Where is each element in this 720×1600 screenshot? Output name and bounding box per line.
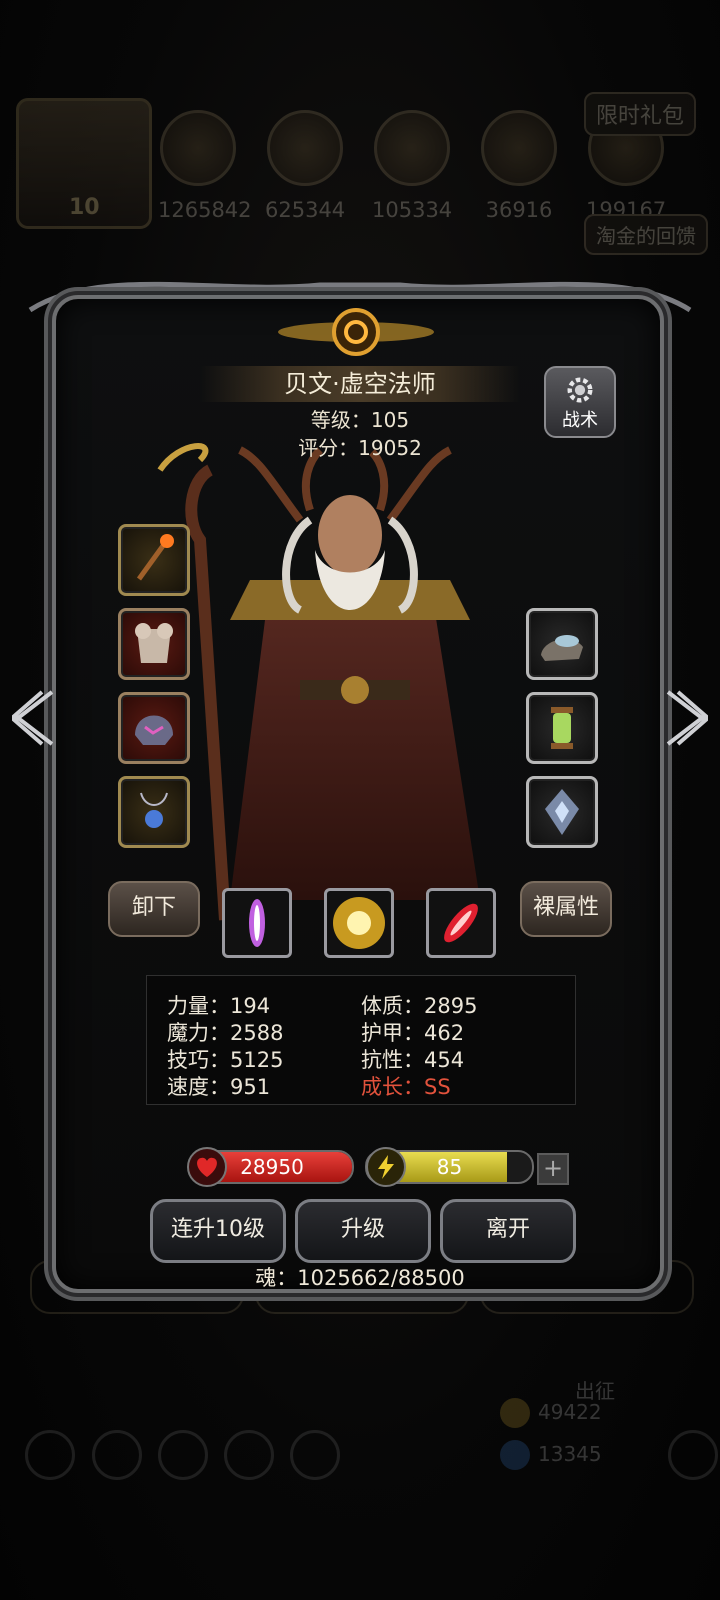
player-portrait: 10 bbox=[16, 98, 152, 229]
soul-counter: 魂：1025662/88500 bbox=[255, 1266, 465, 1290]
resource-orb-icon bbox=[160, 110, 236, 186]
lightning-icon bbox=[366, 1147, 406, 1187]
bg-plus-icon bbox=[668, 1430, 718, 1480]
stat-armor: 护甲：462 bbox=[361, 1021, 465, 1045]
hero-portrait-art bbox=[157, 443, 480, 921]
gem-coin-icon bbox=[500, 1440, 530, 1470]
helmet-icon bbox=[135, 715, 173, 745]
resource-orb-icon bbox=[481, 110, 557, 186]
hero-score: 评分：19052 bbox=[298, 436, 422, 460]
bare-attributes-button[interactable]: 裸属性 bbox=[520, 881, 612, 937]
heart-icon bbox=[187, 1147, 227, 1187]
purple-gem-icon bbox=[249, 899, 265, 947]
bg-circle-icon bbox=[158, 1430, 208, 1480]
bg-circle-icon bbox=[25, 1430, 75, 1480]
resource-2: 625344 bbox=[265, 110, 345, 222]
equip-slot-armor[interactable] bbox=[118, 608, 190, 680]
amulet-icon bbox=[140, 792, 168, 828]
sun-emblem-icon bbox=[278, 308, 434, 356]
coin-count-2: 13345 bbox=[538, 1442, 602, 1466]
tactics-label: 战术 bbox=[562, 410, 598, 431]
emblem-icon bbox=[545, 789, 579, 835]
unequip-button[interactable]: 卸下 bbox=[108, 881, 200, 937]
equip-slot-ring[interactable] bbox=[526, 608, 598, 680]
previous-hero-arrow-icon[interactable] bbox=[12, 688, 56, 748]
equip-slot-amulet[interactable] bbox=[118, 776, 190, 848]
equip-slot-helmet[interactable] bbox=[118, 692, 190, 764]
bg-circle-icon bbox=[92, 1430, 142, 1480]
resource-3: 105334 bbox=[372, 110, 452, 222]
hero-name: 贝文·虚空法师 bbox=[284, 370, 436, 398]
stats-panel: 力量：194 魔力：2588 技巧：5125 速度：951 体质：2895 护甲… bbox=[146, 975, 576, 1105]
next-hero-arrow-icon[interactable] bbox=[664, 688, 708, 748]
gold-return-button: 淘金的回馈 bbox=[584, 214, 708, 255]
gem-slot-1[interactable] bbox=[222, 888, 292, 958]
stat-resistance: 抗性：454 bbox=[361, 1048, 465, 1072]
hero-level: 等级：105 bbox=[310, 408, 410, 432]
resource-1: 1265842 bbox=[158, 110, 252, 222]
tactics-button[interactable]: 战术 bbox=[544, 366, 616, 438]
stat-skill: 技巧：5125 bbox=[167, 1048, 284, 1072]
armor-icon bbox=[135, 623, 173, 663]
gold-coin-icon bbox=[500, 1398, 530, 1428]
red-gem-icon bbox=[444, 903, 478, 943]
equip-slot-emblem[interactable] bbox=[526, 776, 598, 848]
stat-strength: 力量：194 bbox=[167, 994, 271, 1018]
equip-slot-weapon[interactable] bbox=[118, 524, 190, 596]
resource-4: 36916 bbox=[479, 110, 559, 222]
gold-gem-icon bbox=[333, 897, 385, 949]
player-level: 10 bbox=[69, 195, 100, 220]
stat-constitution: 体质：2895 bbox=[361, 994, 478, 1018]
background-top-bar: 10 1265842 625344 105334 36916 199167 限时… bbox=[0, 90, 720, 255]
leave-button[interactable]: 离开 bbox=[440, 1199, 576, 1263]
coin-count-1: 49422 bbox=[538, 1400, 602, 1424]
lantern-icon bbox=[551, 707, 573, 749]
add-energy-button[interactable]: + bbox=[537, 1153, 569, 1185]
ring-stone-icon bbox=[541, 635, 583, 661]
staff-icon bbox=[136, 534, 174, 581]
limited-pack-button: 限时礼包 bbox=[584, 92, 697, 136]
resource-orb-icon bbox=[374, 110, 450, 186]
stat-speed: 速度：951 bbox=[167, 1075, 271, 1099]
bg-circle-icon bbox=[290, 1430, 340, 1480]
level-up-button[interactable]: 升级 bbox=[295, 1199, 431, 1263]
level-up-10-button[interactable]: 连升10级 bbox=[150, 1199, 286, 1263]
bg-circle-icon bbox=[224, 1430, 274, 1480]
stat-growth: 成长：SS bbox=[361, 1075, 451, 1099]
gem-slot-3[interactable] bbox=[426, 888, 496, 958]
stat-magic: 魔力：2588 bbox=[167, 1021, 284, 1045]
equip-slot-lantern[interactable] bbox=[526, 692, 598, 764]
gem-slot-2[interactable] bbox=[324, 888, 394, 958]
resource-orb-icon bbox=[267, 110, 343, 186]
